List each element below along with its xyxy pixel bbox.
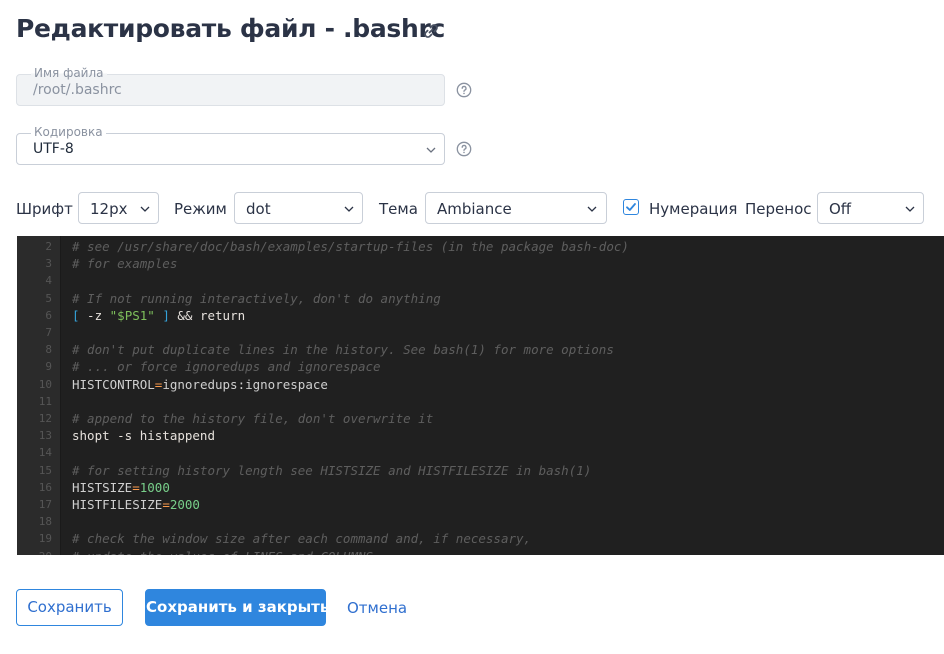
help-circle-icon[interactable] [456, 82, 472, 98]
line-number: 6 [45, 308, 52, 322]
code-line[interactable]: # append to the history file, don't over… [72, 410, 433, 427]
chevron-down-icon [426, 147, 436, 153]
encoding-label: Кодировка [31, 125, 106, 139]
code-line[interactable]: # don't put duplicate lines in the histo… [72, 341, 614, 358]
line-number-gutter: 2 3 4 5 6 7 8 9 10 11 12 13 14 15 16 17 18 19 20 [17, 236, 61, 555]
code-line[interactable]: # update the values of LINES and COLUMNS… [72, 548, 381, 555]
line-number: 9 [45, 360, 52, 374]
code-line[interactable]: HISTFILESIZE=2000 [72, 496, 200, 513]
chevron-down-icon [587, 206, 597, 212]
code-line[interactable]: shopt -s histappend [72, 427, 215, 444]
line-number: 17 [38, 498, 52, 511]
code-line[interactable]: # check the window size after each comma… [72, 530, 531, 547]
line-number: 7 [45, 326, 52, 339]
theme-label: Тема [379, 200, 418, 218]
wrap-label: Перенос [745, 200, 812, 218]
line-number: 12 [38, 412, 52, 425]
save-button[interactable]: Сохранить [16, 589, 123, 626]
theme-value: Ambiance [437, 200, 512, 218]
line-number: 14 [38, 446, 52, 460]
cancel-link[interactable]: Отмена [347, 599, 407, 617]
line-number: 10 [38, 377, 52, 391]
code-line[interactable]: # for examples [72, 255, 177, 272]
mode-value: dot [246, 200, 271, 218]
mode-select[interactable]: dot [234, 192, 363, 224]
line-number: 13 [38, 429, 52, 443]
code-line[interactable]: # If not running interactively, don't do… [72, 290, 441, 307]
line-number: 5 [45, 291, 52, 305]
line-number: 15 [38, 463, 52, 477]
code-editor[interactable]: 2 3 4 5 6 7 8 9 10 11 12 13 14 15 16 17 18 19 20 # see /us… [17, 236, 944, 555]
font-label: Шрифт [16, 200, 73, 218]
line-number: 4 [45, 274, 52, 288]
save-and-close-button[interactable]: Сохранить и закрыть [145, 589, 329, 626]
code-line[interactable]: # for setting history length see HISTSIZ… [72, 462, 591, 479]
mode-label: Режим [174, 200, 227, 218]
filename-field: Имя файла /root/.bashrc [16, 66, 445, 106]
line-number: 3 [45, 257, 52, 271]
chevron-down-icon [140, 206, 150, 212]
line-number: 16 [38, 480, 52, 494]
code-line[interactable]: HISTCONTROL=ignoredups:ignorespace [72, 376, 328, 393]
theme-select[interactable]: Ambiance [425, 192, 607, 224]
chevron-down-icon [905, 206, 915, 212]
numbering-label: Нумерация [649, 200, 738, 218]
line-number: 8 [45, 343, 52, 357]
line-number: 11 [38, 394, 52, 408]
encoding-select[interactable]: Кодировка UTF-8 [16, 125, 445, 165]
page-title: Редактировать файл - .bashrc [16, 14, 446, 43]
code-line[interactable]: [ -z "$PS1" ] && return [72, 307, 245, 324]
encoding-value: UTF-8 [33, 141, 74, 157]
wrap-value: Off [829, 200, 852, 218]
checkmark-icon [626, 203, 636, 211]
help-circle-icon[interactable] [456, 141, 472, 157]
font-size-value: 12px [90, 200, 128, 218]
code-line[interactable]: HISTSIZE=1000 [72, 479, 170, 496]
filename-label: Имя файла [31, 66, 107, 80]
font-size-select[interactable]: 12px [78, 192, 159, 224]
numbering-checkbox[interactable] [623, 199, 639, 215]
code-line[interactable]: # ... or force ignoredups and ignorespac… [72, 358, 381, 375]
code-line[interactable]: # see /usr/share/doc/bash/examples/start… [72, 238, 629, 255]
filename-value: /root/.bashrc [33, 82, 122, 98]
line-number: 2 [45, 240, 52, 253]
chevron-down-icon [344, 206, 354, 212]
wrap-select[interactable]: Off [817, 192, 924, 224]
link-icon[interactable] [421, 21, 441, 41]
line-number: 19 [38, 532, 52, 546]
line-number: 20 [39, 548, 52, 555]
line-number: 18 [38, 515, 52, 529]
